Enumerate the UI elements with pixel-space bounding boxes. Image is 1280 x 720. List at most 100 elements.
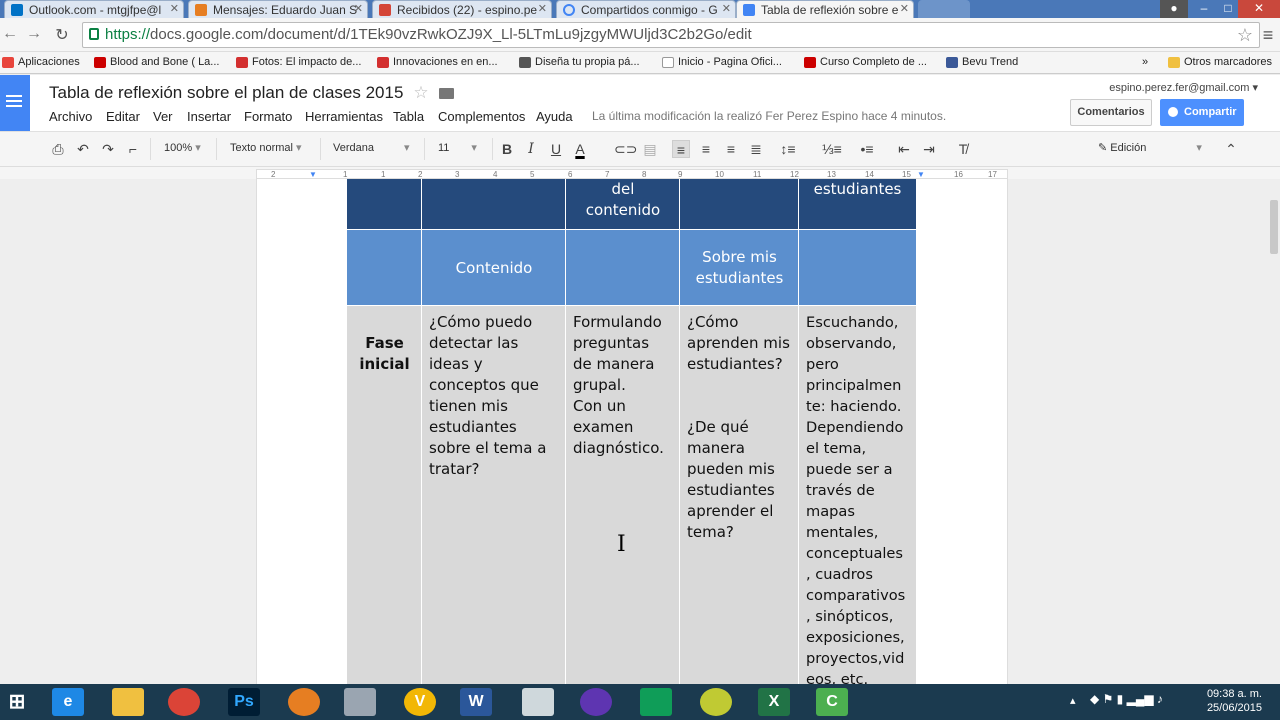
photoshop-icon[interactable]: Ps [228, 688, 260, 716]
editing-mode-select[interactable]: ✎ Edición ▾ [1098, 141, 1202, 154]
menu-herramientas[interactable]: Herramientas [305, 109, 383, 124]
numbered-list-icon[interactable]: ⅓≡ [822, 140, 842, 158]
tray-overflow-icon[interactable]: ▴ [1070, 694, 1076, 707]
line-spacing-icon[interactable]: ↕≡ [779, 140, 797, 158]
document-title[interactable]: Tabla de reflexión sobre el plan de clas… [49, 83, 454, 103]
star-icon[interactable]: ☆ [413, 83, 428, 102]
close-icon[interactable]: ✕ [722, 2, 731, 15]
menu-archivo[interactable]: Archivo [49, 109, 92, 124]
style-select[interactable]: Texto normal ▾ [230, 141, 302, 154]
font-select[interactable]: Verdana ▾ [333, 141, 410, 154]
new-tab-button[interactable] [918, 0, 970, 18]
forward-icon[interactable]: → [24, 25, 44, 43]
tab-drive-shared[interactable]: Compartidos conmigo - G ✕ [556, 0, 736, 18]
font-size-select[interactable]: 11 ▾ [438, 141, 477, 154]
back-icon[interactable]: ← [0, 25, 20, 43]
share-button[interactable]: Compartir [1160, 99, 1244, 126]
print-icon[interactable]: ⎙ [49, 140, 67, 158]
indent-marker-icon[interactable]: ▼ [309, 170, 317, 179]
paint-format-icon[interactable]: ⌐ [124, 140, 142, 158]
media-app-icon[interactable] [580, 688, 612, 716]
increase-indent-icon[interactable]: ⇥ [920, 140, 938, 158]
v-app-icon[interactable]: V [404, 688, 436, 716]
drive-icon[interactable] [640, 688, 672, 716]
ruler-scale[interactable]: 2 ▼ 1 1 2 3 4 5 6 7 8 9 10 11 12 13 14 1… [256, 169, 1008, 179]
bulleted-list-icon[interactable]: •≡ [858, 140, 876, 158]
menu-editar[interactable]: Editar [106, 109, 140, 124]
menu-tabla[interactable]: Tabla [393, 109, 424, 124]
text-color-icon[interactable]: A [571, 140, 589, 158]
menu-ver[interactable]: Ver [153, 109, 173, 124]
tab-mensajes[interactable]: Mensajes: Eduardo Juan S ✕ [188, 0, 368, 18]
table-cell[interactable]: ¿Cómo aprenden mis estudiantes? ¿De qué … [680, 306, 799, 684]
align-left-icon[interactable]: ≡ [672, 140, 690, 158]
tab-active-doc[interactable]: Tabla de reflexión sobre e ✕ [736, 0, 914, 18]
chrome-menu-icon[interactable]: ≡ [1258, 25, 1278, 46]
table-cell[interactable]: Escuchando, observando, pero principalme… [799, 306, 916, 684]
redo-icon[interactable]: ↷ [99, 140, 117, 158]
align-right-icon[interactable]: ≡ [722, 140, 740, 158]
table-cell[interactable] [680, 179, 799, 229]
table-cell[interactable] [347, 230, 422, 306]
menu-formato[interactable]: Formato [244, 109, 292, 124]
decrease-indent-icon[interactable]: ⇤ [895, 140, 913, 158]
table-cell[interactable] [422, 179, 566, 229]
table-cell[interactable]: estudiantes [799, 179, 916, 229]
comments-button[interactable]: Comentarios [1070, 99, 1152, 126]
menu-ayuda[interactable]: Ayuda [536, 109, 573, 124]
bookmark-item[interactable]: Blood and Bone ( La... [94, 56, 219, 68]
underline-icon[interactable]: U [547, 140, 565, 158]
bookmark-star-icon[interactable]: ☆ [1237, 23, 1253, 47]
excel-icon[interactable]: X [758, 688, 790, 716]
profile-icon[interactable]: ● [1160, 0, 1188, 18]
bookmark-apps[interactable]: Aplicaciones [2, 56, 80, 68]
close-icon[interactable]: ✕ [538, 2, 547, 15]
start-button[interactable]: ⊞ [2, 688, 32, 716]
italic-icon[interactable]: I [522, 140, 540, 158]
collapse-icon[interactable]: ⌃ [1222, 140, 1240, 158]
swirl-app-icon[interactable] [700, 688, 732, 716]
tray-icons[interactable]: ◆ ⚑ ▮ ▂▄▆ ♪ [1090, 692, 1163, 706]
account-email[interactable]: espino.perez.fer@gmail.com ▾ [1109, 81, 1258, 94]
url-input[interactable]: https://docs.google.com/document/d/1TEk9… [82, 22, 1260, 48]
table-cell[interactable] [566, 230, 680, 306]
justify-icon[interactable]: ≣ [747, 140, 765, 158]
table-cell[interactable]: Formulando preguntas de manera grupal. C… [566, 306, 680, 684]
zoom-select[interactable]: 100% ▾ [164, 141, 201, 154]
undo-icon[interactable]: ↶ [74, 140, 92, 158]
bookmark-item[interactable]: Inicio - Pagina Ofici... [662, 56, 782, 68]
table-cell[interactable]: Contenido [422, 230, 566, 306]
table-cell[interactable]: Fase inicial [347, 306, 422, 684]
chrome-icon[interactable] [168, 688, 200, 716]
close-icon[interactable]: ✕ [354, 2, 363, 15]
bold-icon[interactable]: B [498, 140, 516, 158]
ie-icon[interactable]: e [52, 688, 84, 716]
reload-icon[interactable]: ↻ [52, 25, 72, 45]
scrollbar[interactable] [1270, 200, 1278, 254]
camtasia-icon[interactable]: C [816, 688, 848, 716]
table-cell[interactable] [799, 230, 916, 306]
table-cell[interactable] [347, 179, 422, 229]
cat-app-icon[interactable] [522, 688, 554, 716]
indent-marker-icon[interactable]: ▼ [917, 170, 925, 179]
bookmark-item[interactable]: Fotos: El impacto de... [236, 56, 361, 68]
align-center-icon[interactable]: ≡ [697, 140, 715, 158]
close-icon[interactable]: ✕ [900, 2, 909, 15]
bookmark-item[interactable]: Curso Completo de ... [804, 56, 927, 68]
other-bookmarks[interactable]: Otros marcadores [1168, 56, 1272, 68]
bookmark-item[interactable]: Diseña tu propia pá... [519, 56, 640, 68]
docs-home-icon[interactable] [0, 75, 30, 131]
clear-formatting-icon[interactable]: T̸ [954, 140, 972, 158]
bookmarks-overflow[interactable]: » [1142, 56, 1148, 68]
word-icon[interactable]: W [460, 688, 492, 716]
close-window-icon[interactable]: ✕ [1238, 0, 1280, 18]
table-cell[interactable]: Sobre mis estudiantes [680, 230, 799, 306]
last-modified-link[interactable]: La última modificación la realizó Fer Pe… [592, 109, 946, 123]
box-app-icon[interactable] [344, 688, 376, 716]
close-icon[interactable]: ✕ [170, 2, 179, 15]
table-cell[interactable]: del contenido [566, 179, 680, 229]
comment-icon[interactable]: ▤ [641, 140, 659, 158]
folder-icon[interactable] [438, 88, 454, 99]
link-icon[interactable]: ⊂⊃ [614, 140, 637, 158]
tab-gmail[interactable]: Recibidos (22) - espino.pe ✕ [372, 0, 552, 18]
